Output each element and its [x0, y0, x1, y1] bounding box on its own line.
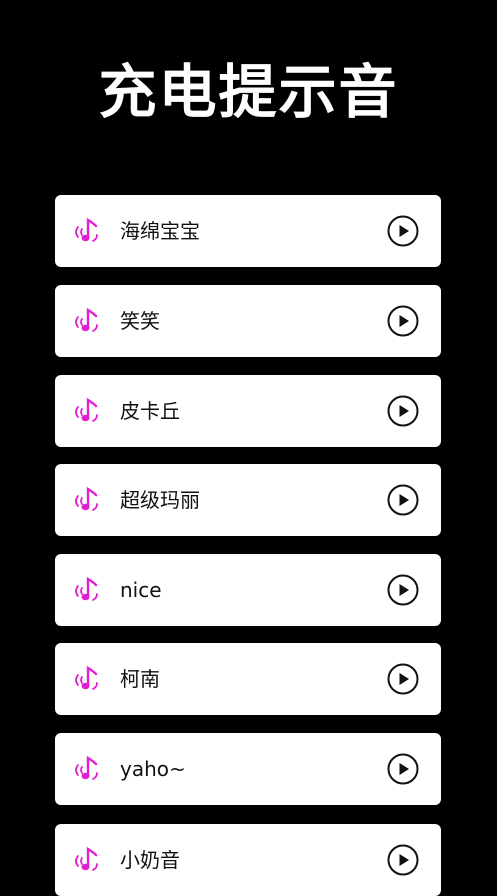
play-button-icon[interactable]: [387, 574, 419, 606]
play-button-icon[interactable]: [387, 663, 419, 695]
ringtone-label: yaho~: [120, 757, 186, 781]
ringtone-label: 小奶音: [120, 848, 180, 872]
ringtone-item[interactable]: nice: [55, 554, 441, 626]
music-note-sound-icon: [75, 486, 98, 511]
music-note-sound-icon: [75, 397, 98, 422]
play-button-icon[interactable]: [387, 753, 419, 785]
ringtone-label: nice: [120, 578, 162, 602]
ringtone-item[interactable]: 海绵宝宝: [55, 195, 441, 267]
music-note-sound-icon: [75, 576, 98, 601]
music-note-sound-icon: [75, 307, 98, 332]
ringtone-item[interactable]: 小奶音: [55, 824, 441, 896]
ringtone-item[interactable]: 柯南: [55, 643, 441, 715]
ringtone-item[interactable]: 皮卡丘: [55, 375, 441, 447]
ringtone-label: 柯南: [120, 667, 160, 691]
ringtone-item[interactable]: 超级玛丽: [55, 464, 441, 536]
ringtone-label: 海绵宝宝: [120, 219, 200, 243]
play-button-icon[interactable]: [387, 215, 419, 247]
music-note-sound-icon: [75, 217, 98, 242]
play-button-icon[interactable]: [387, 844, 419, 876]
ringtone-label: 皮卡丘: [120, 399, 180, 423]
music-note-sound-icon: [75, 755, 98, 780]
play-button-icon[interactable]: [387, 395, 419, 427]
ringtone-item[interactable]: 笑笑: [55, 285, 441, 357]
page-title: 充电提示音: [98, 58, 399, 126]
music-note-sound-icon: [75, 846, 98, 871]
ringtone-item[interactable]: yaho~: [55, 733, 441, 805]
ringtone-label: 超级玛丽: [120, 488, 200, 512]
music-note-sound-icon: [75, 665, 98, 690]
play-button-icon[interactable]: [387, 305, 419, 337]
ringtone-label: 笑笑: [120, 309, 160, 333]
play-button-icon[interactable]: [387, 484, 419, 516]
